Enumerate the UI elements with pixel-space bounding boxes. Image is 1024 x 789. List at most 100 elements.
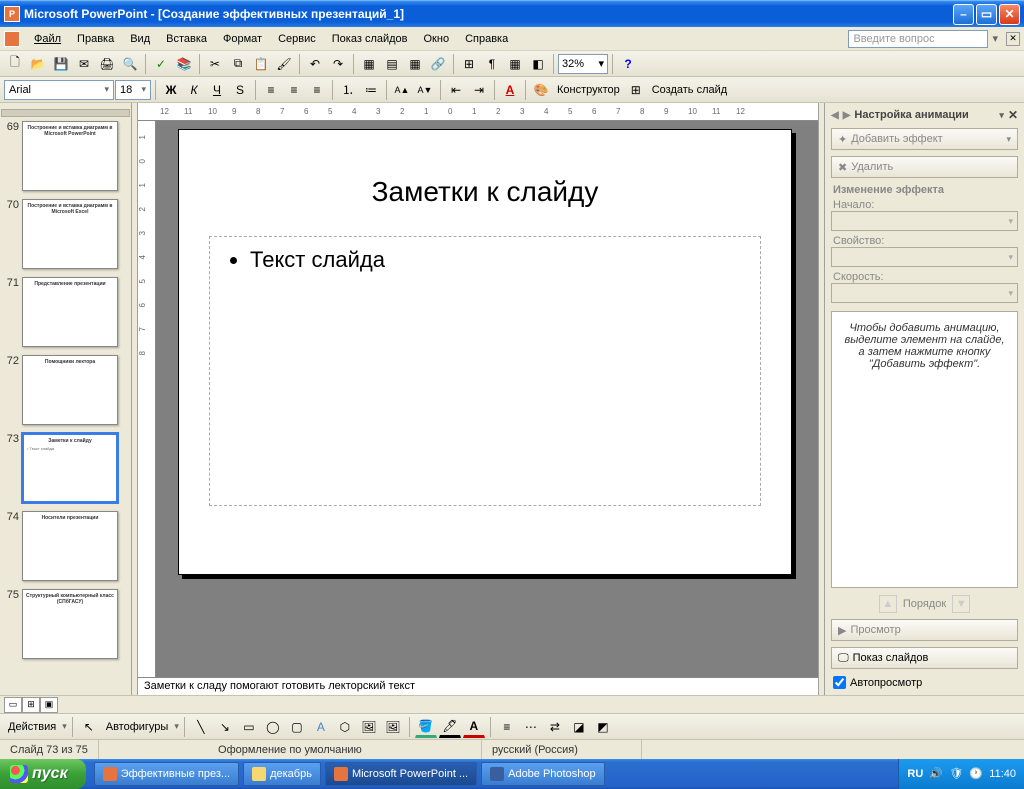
paste-button[interactable] bbox=[250, 53, 272, 75]
autopreview-checkbox[interactable]: Автопросмотр bbox=[827, 672, 1022, 693]
line-button[interactable]: ╲ bbox=[190, 716, 212, 738]
thumbnail-row[interactable]: 74 Носители презентации bbox=[1, 511, 130, 581]
font-size-select[interactable]: 18▾ bbox=[115, 80, 151, 100]
font-color-button[interactable]: А bbox=[499, 79, 521, 101]
thumbnail-slide[interactable]: Носители презентации bbox=[22, 511, 118, 581]
menu-tools[interactable]: Сервис bbox=[270, 31, 324, 47]
menu-edit[interactable]: Правка bbox=[69, 31, 122, 47]
expand-all-button[interactable]: ⊞ bbox=[458, 53, 480, 75]
insert-hyperlink-button[interactable]: 🔗 bbox=[427, 53, 449, 75]
clipart-button[interactable]: 🖼 bbox=[358, 716, 380, 738]
mdi-close-button[interactable]: ✕ bbox=[1006, 32, 1020, 46]
task-pane-back-icon[interactable]: ◀ bbox=[831, 110, 839, 121]
minimize-button[interactable]: – bbox=[953, 4, 974, 25]
help-dropdown-icon[interactable]: ▾ bbox=[992, 32, 998, 45]
close-button[interactable]: ✕ bbox=[999, 4, 1020, 25]
tray-icon[interactable]: 🕐 bbox=[969, 767, 983, 781]
show-grid-button[interactable]: ▦ bbox=[504, 53, 526, 75]
taskbar-item[interactable]: Эффективные през... bbox=[94, 762, 239, 786]
design-icon[interactable]: 🎨 bbox=[530, 79, 552, 101]
font-name-select[interactable]: Arial▾ bbox=[4, 80, 114, 100]
slideshow-button[interactable]: 🖵 Показ слайдов bbox=[831, 647, 1018, 669]
notes-pane[interactable]: Заметки к сладу помогают готовить лектор… bbox=[138, 677, 818, 695]
spellcheck-button[interactable] bbox=[150, 53, 172, 75]
new-slide-button[interactable]: Создать слайд bbox=[652, 84, 727, 96]
task-pane-forward-icon[interactable]: ▶ bbox=[843, 110, 851, 121]
slide-bullet[interactable]: Текст слайда bbox=[250, 247, 742, 273]
thumbnail-row[interactable]: 70 Построение и вставка диаграмм в Micro… bbox=[1, 199, 130, 269]
increase-font-button[interactable] bbox=[391, 79, 413, 101]
menu-slideshow[interactable]: Показ слайдов bbox=[324, 31, 416, 47]
taskbar-item[interactable]: Adobe Photoshop bbox=[481, 762, 604, 786]
copy-button[interactable] bbox=[227, 53, 249, 75]
slide-title-placeholder[interactable]: Заметки к слайду bbox=[209, 176, 761, 208]
wordart-button[interactable]: A bbox=[310, 716, 332, 738]
arrow-style-button[interactable]: ⇄ bbox=[544, 716, 566, 738]
tables-borders-button[interactable]: ▦ bbox=[404, 53, 426, 75]
italic-button[interactable] bbox=[183, 79, 205, 101]
system-tray[interactable]: RU 🔊 🛡 🕐 11:40 bbox=[898, 759, 1024, 789]
preview-button[interactable]: ▶ Просмотр bbox=[831, 619, 1018, 641]
task-pane-close-icon[interactable]: ✕ bbox=[1008, 108, 1018, 122]
menu-file[interactable]: Файл bbox=[26, 31, 69, 47]
align-center-button[interactable] bbox=[283, 79, 305, 101]
bulleted-list-button[interactable] bbox=[360, 79, 382, 101]
print-preview-button[interactable]: 🔍 bbox=[119, 53, 141, 75]
thumbnail-row[interactable]: 69 Построение и вставка диаграмм в Micro… bbox=[1, 121, 130, 191]
menu-insert[interactable]: Вставка bbox=[158, 31, 215, 47]
menu-format[interactable]: Формат bbox=[215, 31, 270, 47]
slide-editor[interactable]: 1012345678 Заметки к слайду Текст слайда bbox=[138, 121, 818, 677]
rectangle-button[interactable]: ▭ bbox=[238, 716, 260, 738]
select-objects-button[interactable]: ↖ bbox=[78, 716, 100, 738]
language-indicator[interactable]: RU bbox=[907, 768, 923, 780]
mail-button[interactable] bbox=[73, 53, 95, 75]
thumbnail-row[interactable]: 73 Заметки к слайду• Текст слайда bbox=[1, 433, 130, 503]
thumbnail-slide[interactable]: Представление презентации bbox=[22, 277, 118, 347]
shadow-button[interactable] bbox=[229, 79, 251, 101]
insert-chart-button[interactable] bbox=[358, 53, 380, 75]
help-search-input[interactable]: Введите вопрос bbox=[848, 30, 988, 48]
status-language[interactable]: русский (Россия) bbox=[482, 740, 642, 759]
thumbnail-slide[interactable]: Построение и вставка диаграмм в Microsof… bbox=[22, 121, 118, 191]
decrease-indent-button[interactable]: ⇤ bbox=[445, 79, 467, 101]
add-effect-button[interactable]: ✦ Добавить эффект ▾ bbox=[831, 128, 1018, 150]
thumbnail-slide[interactable]: Структурный компьютерный класс (СПбГАСУ) bbox=[22, 589, 118, 659]
diagram-button[interactable]: ⬡ bbox=[334, 716, 356, 738]
numbered-list-button[interactable] bbox=[337, 79, 359, 101]
underline-button[interactable] bbox=[206, 79, 228, 101]
font-color-button-2[interactable]: А bbox=[463, 716, 485, 738]
tray-icon[interactable]: 🛡 bbox=[949, 767, 963, 781]
print-button[interactable] bbox=[96, 53, 118, 75]
thumbnail-row[interactable]: 71 Представление презентации bbox=[1, 277, 130, 347]
format-painter-button[interactable]: 🖌 bbox=[273, 53, 295, 75]
research-button[interactable]: 📚 bbox=[173, 53, 195, 75]
fill-color-button[interactable]: 🪣 bbox=[415, 716, 437, 738]
new-button[interactable] bbox=[4, 53, 26, 75]
insert-table-button[interactable] bbox=[381, 53, 403, 75]
zoom-select[interactable]: 32%▾ bbox=[558, 54, 608, 74]
clock[interactable]: 11:40 bbox=[989, 768, 1016, 780]
taskbar-item[interactable]: Microsoft PowerPoint ... bbox=[325, 762, 477, 786]
thumbnail-row[interactable]: 75 Структурный компьютерный класс (СПбГА… bbox=[1, 589, 130, 659]
align-left-button[interactable] bbox=[260, 79, 282, 101]
new-slide-icon[interactable]: ⊞ bbox=[625, 79, 647, 101]
maximize-button[interactable]: ▭ bbox=[976, 4, 997, 25]
open-button[interactable] bbox=[27, 53, 49, 75]
help-button[interactable] bbox=[617, 53, 639, 75]
autopreview-input[interactable] bbox=[833, 676, 846, 689]
bold-button[interactable] bbox=[160, 79, 182, 101]
show-formatting-button[interactable]: ¶ bbox=[481, 53, 503, 75]
decrease-font-button[interactable] bbox=[414, 79, 436, 101]
task-pane-dropdown-icon[interactable]: ▾ bbox=[999, 110, 1004, 121]
save-button[interactable] bbox=[50, 53, 72, 75]
mdi-app-icon[interactable] bbox=[4, 31, 20, 47]
design-button[interactable]: Конструктор bbox=[557, 84, 620, 96]
start-button[interactable]: пуск bbox=[0, 759, 86, 789]
increase-indent-button[interactable]: ⇥ bbox=[468, 79, 490, 101]
taskbar-item[interactable]: декабрь bbox=[243, 762, 321, 786]
drawing-actions-menu[interactable]: Действия bbox=[8, 721, 56, 733]
menu-view[interactable]: Вид bbox=[122, 31, 158, 47]
slide-thumbnails-panel[interactable]: 69 Построение и вставка диаграмм в Micro… bbox=[0, 103, 132, 695]
autoshapes-menu[interactable]: Автофигуры bbox=[106, 721, 169, 733]
picture-button[interactable]: 🖼 bbox=[382, 716, 404, 738]
